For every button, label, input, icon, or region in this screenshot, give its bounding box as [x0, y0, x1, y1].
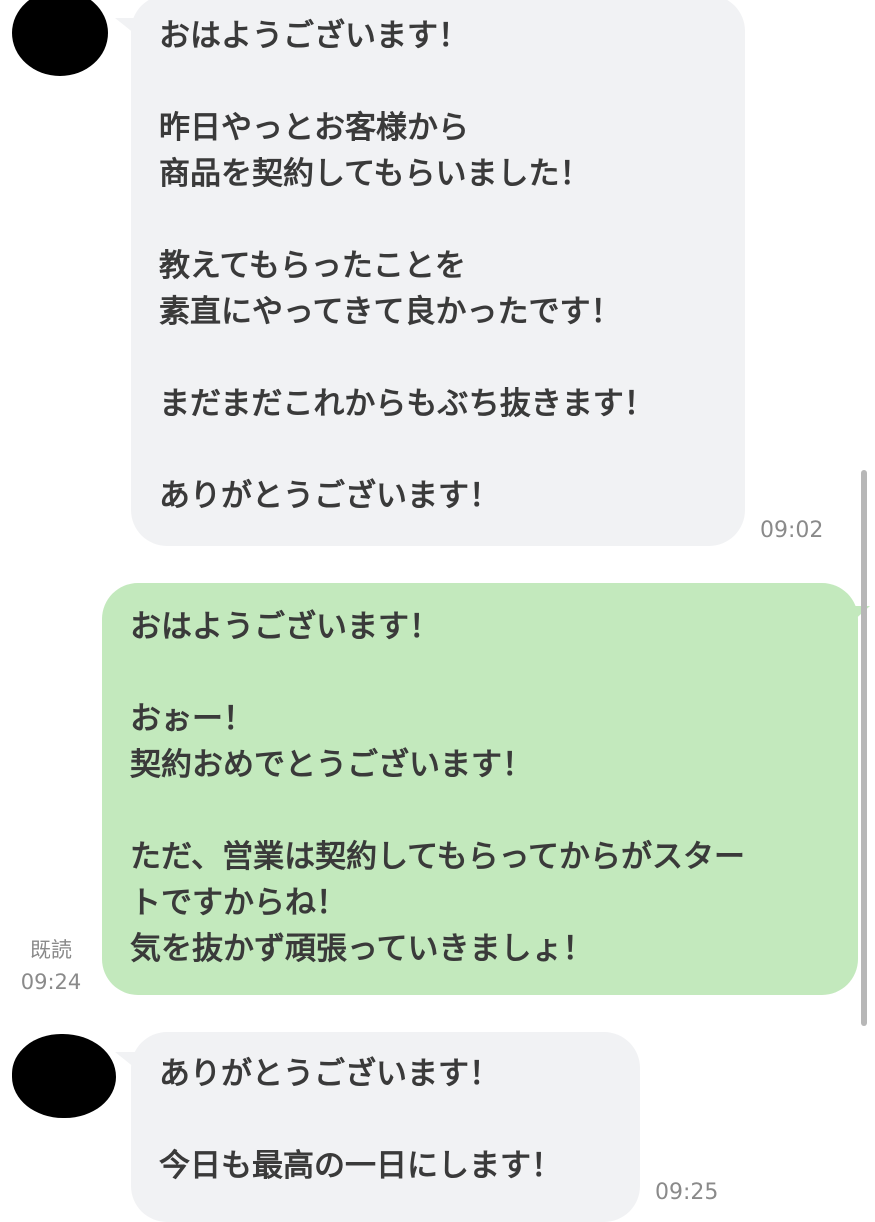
outgoing-message-bubble[interactable]: おはようございます！ おぉー！ 契約おめでとうございます！ ただ、営業は契約して…: [102, 583, 858, 995]
message-timestamp: 09:02: [760, 518, 824, 543]
scrollbar[interactable]: [861, 470, 867, 1026]
read-status-label: 既読: [30, 938, 72, 962]
message-timestamp: 09:24: [20, 970, 82, 994]
incoming-message-bubble[interactable]: おはようございます！ 昨日やっとお客様から 商品を契約してもらいました！ 教えて…: [131, 0, 745, 546]
sender-avatar[interactable]: [12, 1034, 116, 1118]
read-receipt: 既読 09:24: [18, 934, 84, 998]
message-timestamp: 09:25: [655, 1180, 719, 1205]
sender-avatar[interactable]: [12, 0, 108, 76]
incoming-message-bubble[interactable]: ありがとうございます！ 今日も最高の一日にします！: [131, 1032, 640, 1222]
